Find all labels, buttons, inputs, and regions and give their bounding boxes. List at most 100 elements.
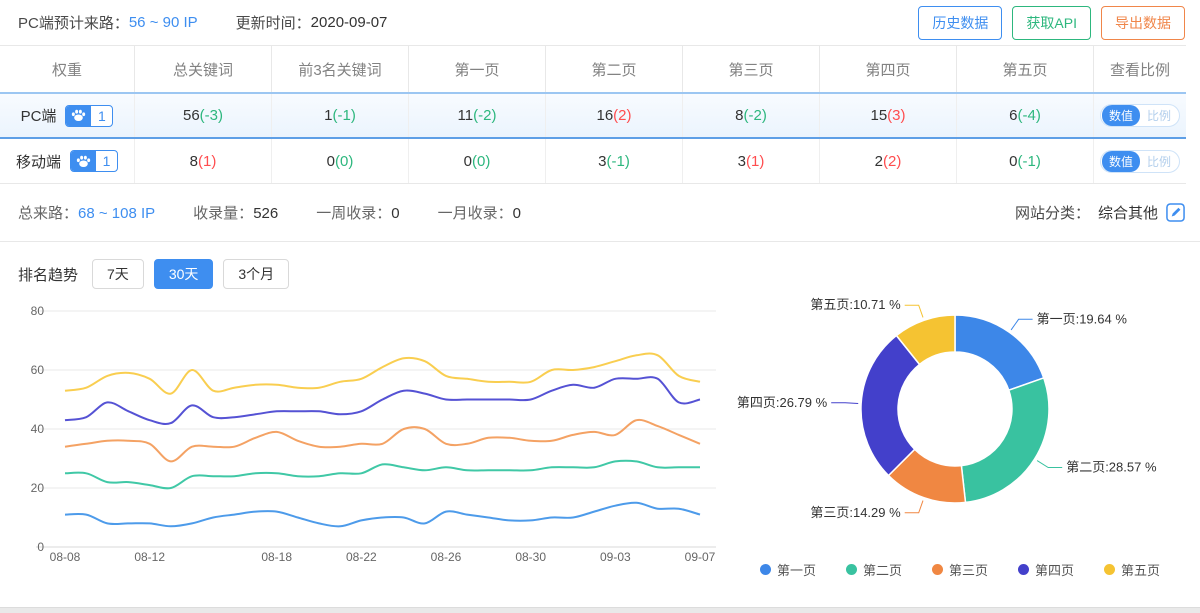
legend-label: 第三页 xyxy=(949,560,988,579)
page-distribution-donut: 第一页:19.64 %第二页:28.57 %第三页:14.29 %第四页:26.… xyxy=(730,291,1190,579)
stat-label: 一周收录： xyxy=(316,205,391,222)
rank-table: 权重总关键词前3名关键词第一页第二页第三页第四页第五页查看比例 PC端156(-… xyxy=(0,45,1186,184)
metric-value: 3 xyxy=(738,153,746,170)
metric-cell: 3(1) xyxy=(683,139,820,183)
svg-text:08-12: 08-12 xyxy=(134,550,165,564)
topbar-button-1[interactable]: 获取API xyxy=(1012,6,1091,40)
stat-value[interactable]: 68 ~ 108 IP xyxy=(78,205,155,222)
toggle-numeric[interactable]: 数值 xyxy=(1102,105,1140,126)
legend-item-3[interactable]: 第四页 xyxy=(1018,560,1074,579)
range-tab-2[interactable]: 3个月 xyxy=(223,259,289,289)
svg-text:08-30: 08-30 xyxy=(515,550,546,564)
svg-text:08-22: 08-22 xyxy=(346,550,377,564)
svg-text:08-08: 08-08 xyxy=(50,550,81,564)
stat-label: 收录量： xyxy=(193,205,253,222)
metric-value: 1 xyxy=(324,107,332,124)
stats-row: 总来路：68 ~ 108 IP收录量：526一周收录：0一月收录：0 网站分类：… xyxy=(0,184,1200,242)
table-header-row: 权重总关键词前3名关键词第一页第二页第三页第四页第五页查看比例 xyxy=(0,46,1186,92)
svg-text:第二页:28.57 %: 第二页:28.57 % xyxy=(1066,460,1157,475)
legend-label: 第一页 xyxy=(777,560,816,579)
legend-label: 第四页 xyxy=(1035,560,1074,579)
baidu-weight-badge[interactable]: 1 xyxy=(70,150,118,172)
baidu-weight-badge[interactable]: 1 xyxy=(65,105,113,127)
stat-item-1: 收录量：526 xyxy=(193,202,278,223)
metric-value: 8 xyxy=(190,153,198,170)
legend-dot-icon xyxy=(760,564,771,575)
pc-traffic-value[interactable]: 56 ~ 90 IP xyxy=(129,14,198,31)
metric-cell: 8(1) xyxy=(135,139,272,183)
metric-delta: (0) xyxy=(472,153,490,170)
metric-delta: (-1) xyxy=(607,153,630,170)
metric-value: 8 xyxy=(735,107,743,124)
edit-icon[interactable] xyxy=(1166,203,1185,222)
column-header-8: 查看比例 xyxy=(1094,46,1186,92)
legend-item-0[interactable]: 第一页 xyxy=(760,560,816,579)
stat-value: 0 xyxy=(513,205,521,222)
weight-value: 1 xyxy=(91,106,112,126)
topbar: PC端预计来路： 56 ~ 90 IP 更新时间： 2020-09-07 历史数… xyxy=(0,0,1200,45)
column-header-0: 权重 xyxy=(0,46,135,92)
svg-text:80: 80 xyxy=(31,304,45,318)
table-row: 移动端18(1)0(0)0(0)3(-1)3(1)2(2)0(-1)数值比例 xyxy=(0,139,1186,184)
metric-value: 56 xyxy=(183,107,200,124)
legend-item-2[interactable]: 第三页 xyxy=(932,560,988,579)
svg-text:20: 20 xyxy=(31,481,45,495)
page-bottom-strip xyxy=(0,607,1200,613)
legend-item-4[interactable]: 第五页 xyxy=(1104,560,1160,579)
legend-dot-icon xyxy=(846,564,857,575)
toggle-numeric[interactable]: 数值 xyxy=(1102,151,1140,172)
metric-value: 15 xyxy=(870,107,887,124)
stat-item-3: 一月收录：0 xyxy=(438,202,521,223)
column-header-5: 第三页 xyxy=(683,46,820,92)
metric-delta: (1) xyxy=(746,153,764,170)
stat-item-2: 一周收录：0 xyxy=(316,202,399,223)
donut-slice[interactable] xyxy=(955,315,1044,390)
metric-cell: 0(0) xyxy=(409,139,546,183)
view-mode-cell: 数值比例 xyxy=(1094,94,1186,137)
site-category-label: 网站分类： xyxy=(1015,202,1090,223)
metric-value: 0 xyxy=(1009,153,1017,170)
legend-dot-icon xyxy=(1018,564,1029,575)
update-time-value: 2020-09-07 xyxy=(311,14,388,31)
range-tab-1[interactable]: 30天 xyxy=(154,259,214,289)
seo-dashboard: PC端预计来路： 56 ~ 90 IP 更新时间： 2020-09-07 历史数… xyxy=(0,0,1200,613)
metric-delta: (-3) xyxy=(200,107,223,124)
topbar-button-2[interactable]: 导出数据 xyxy=(1101,6,1185,40)
metric-cell: 16(2) xyxy=(546,94,683,137)
metric-value: 3 xyxy=(598,153,606,170)
legend-label: 第二页 xyxy=(863,560,902,579)
toggle-ratio[interactable]: 比例 xyxy=(1140,105,1178,126)
column-header-7: 第五页 xyxy=(957,46,1094,92)
topbar-button-0[interactable]: 历史数据 xyxy=(918,6,1002,40)
metric-cell: 3(-1) xyxy=(546,139,683,183)
column-header-1: 总关键词 xyxy=(135,46,272,92)
value-ratio-toggle: 数值比例 xyxy=(1100,150,1180,173)
range-tab-0[interactable]: 7天 xyxy=(92,259,144,289)
metric-delta: (-4) xyxy=(1018,107,1041,124)
platform-label: 移动端 xyxy=(16,151,61,172)
charts-area: 02040608008-0808-1208-1808-2208-2608-300… xyxy=(0,291,1200,579)
svg-text:第三页:14.29 %: 第三页:14.29 % xyxy=(810,505,901,520)
metric-cell: 2(2) xyxy=(820,139,957,183)
platform-cell: PC端1 xyxy=(0,94,135,137)
view-mode-cell: 数值比例 xyxy=(1094,139,1186,183)
svg-text:08-26: 08-26 xyxy=(431,550,462,564)
stat-value: 0 xyxy=(391,205,399,222)
trend-range-tabs: 7天 30天 3个月 xyxy=(92,259,289,289)
baidu-paw-icon xyxy=(71,151,96,171)
stats-list: 总来路：68 ~ 108 IP收录量：526一周收录：0一月收录：0 xyxy=(18,202,521,223)
metric-cell: 56(-3) xyxy=(135,94,272,137)
table-body: PC端156(-3)1(-1)11(-2)16(2)8(-2)15(3)6(-4… xyxy=(0,92,1186,184)
donut-slice[interactable] xyxy=(961,378,1049,503)
trend-title: 排名趋势 xyxy=(18,264,78,285)
metric-delta: (3) xyxy=(887,107,905,124)
metric-delta: (0) xyxy=(335,153,353,170)
topbar-summary: PC端预计来路： 56 ~ 90 IP 更新时间： 2020-09-07 xyxy=(18,12,387,33)
toggle-ratio[interactable]: 比例 xyxy=(1140,151,1178,172)
metric-delta: (-2) xyxy=(473,107,496,124)
legend-item-1[interactable]: 第二页 xyxy=(846,560,902,579)
legend-label: 第五页 xyxy=(1121,560,1160,579)
metric-value: 6 xyxy=(1009,107,1017,124)
pc-traffic-label: PC端预计来路： xyxy=(18,12,129,33)
update-time-label: 更新时间： xyxy=(236,12,311,33)
